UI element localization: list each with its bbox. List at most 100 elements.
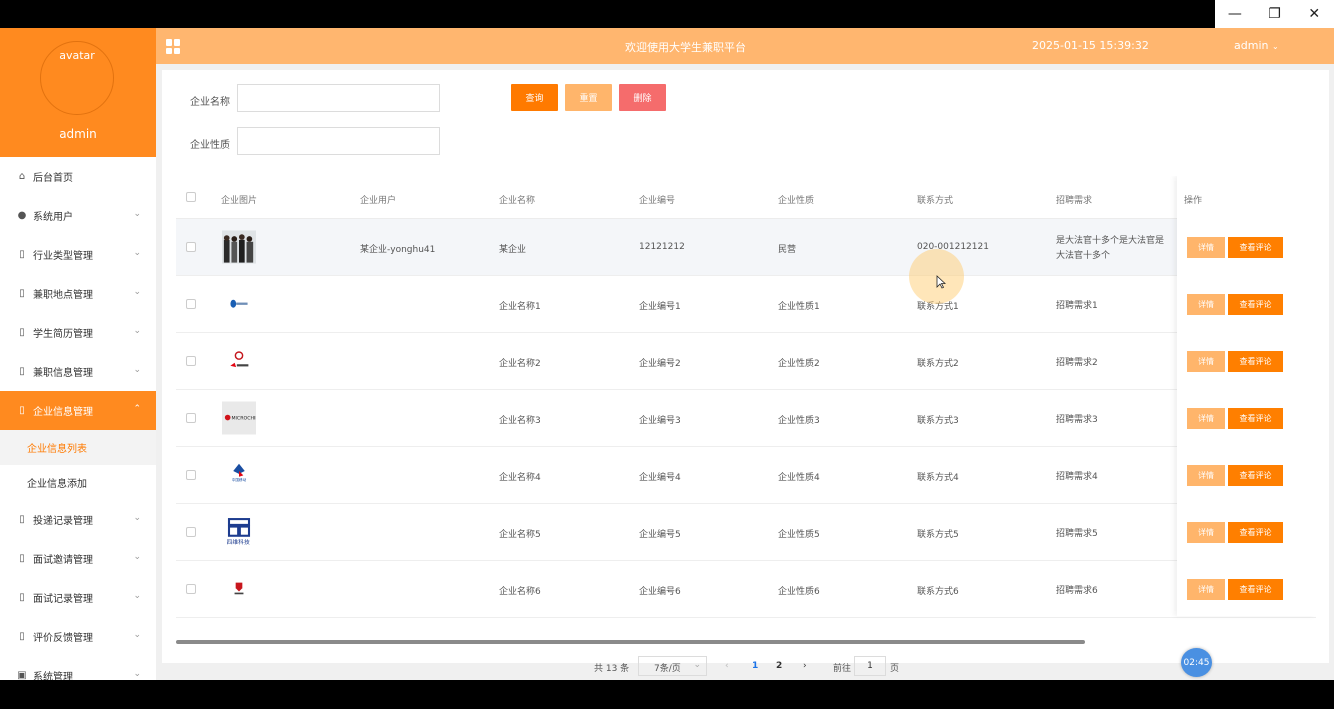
table-row[interactable]: 企业名称6 企业编号6 企业性质6 联系方式6 招聘需求6 xyxy=(176,561,1316,618)
sidebar-item-4[interactable]: ▯ 学生简历管理 ⌄ xyxy=(0,313,156,352)
table-header: 企业图片 企业用户 企业名称 企业编号 企业性质 联系方式 招聘需求 xyxy=(176,176,1316,219)
row-checkbox[interactable] xyxy=(186,242,196,252)
avatar[interactable]: avatar xyxy=(40,41,114,115)
sidebar-item-5[interactable]: ▯ 兼职信息管理 ⌄ xyxy=(0,352,156,391)
minimize-button[interactable]: — xyxy=(1215,0,1255,28)
sidebar-item-label: 投递记录管理 xyxy=(33,516,93,527)
header-image: 企业图片 xyxy=(221,196,258,206)
cell-demand-line: 招聘需求5 xyxy=(1056,529,1098,539)
detail-button[interactable]: 详情 xyxy=(1187,237,1225,258)
search-button[interactable]: 查询 xyxy=(511,84,558,111)
header-contact: 联系方式 xyxy=(917,196,954,206)
view-comments-button[interactable]: 查看评论 xyxy=(1228,408,1283,429)
operations-column: 操作 详情 查看评论 详情 查看评论 详情 查看评论 详情 查看评论 详情 查看评论 详情 查看评论详… xyxy=(1177,176,1316,616)
recording-timer[interactable]: 02:45 xyxy=(1181,648,1212,677)
goto-page-input[interactable]: 1 xyxy=(854,656,886,676)
detail-button[interactable]: 详情 xyxy=(1187,522,1225,543)
company-name-label: 企业名称 xyxy=(190,97,230,108)
page-2[interactable]: 2 xyxy=(776,661,782,671)
chevron-down-icon: ⌄ xyxy=(1271,42,1279,51)
cell-name: 企业名称3 xyxy=(499,416,541,426)
company-name-input[interactable] xyxy=(237,84,440,112)
detail-button[interactable]: 详情 xyxy=(1187,408,1225,429)
home-icon: ⌂ xyxy=(18,171,26,182)
sidebar-subitem-0[interactable]: 企业信息列表 xyxy=(0,430,156,465)
table-row[interactable]: 中国移动 企业名称4 企业编号4 企业性质4 联系方式4 招聘需求4 xyxy=(176,447,1316,504)
cell-contact: 联系方式4 xyxy=(917,473,959,483)
sidebar-item-label: 企业信息管理 xyxy=(33,407,93,418)
cell-nature: 企业性质3 xyxy=(778,416,820,426)
sidebar-header: avatar admin xyxy=(0,28,156,157)
doc-icon: ▯ xyxy=(19,366,25,377)
chevron-up-icon: ⌃ xyxy=(133,404,141,414)
table-row[interactable]: 企业名称2 企业编号2 企业性质2 联系方式2 招聘需求2 xyxy=(176,333,1316,390)
sidebar-item-3[interactable]: ▯ 兼职地点管理 ⌄ xyxy=(0,274,156,313)
cell-code: 企业编号2 xyxy=(639,359,681,369)
row-checkbox[interactable] xyxy=(186,299,196,309)
cell-code: 企业编号5 xyxy=(639,530,681,540)
sidebar-item-7[interactable]: ▯ 投递记录管理 ⌄ xyxy=(0,500,156,539)
detail-button[interactable]: 详情 xyxy=(1187,294,1225,315)
doc-icon: ▯ xyxy=(19,288,25,299)
reset-button[interactable]: 重置 xyxy=(565,84,612,111)
detail-button[interactable]: 详情 xyxy=(1187,465,1225,486)
user-menu-label: admin xyxy=(1234,39,1269,52)
view-comments-button[interactable]: 查看评论 xyxy=(1228,237,1283,258)
delete-button[interactable]: 删除 xyxy=(619,84,666,111)
horizontal-scrollbar[interactable] xyxy=(176,640,1085,644)
table-row[interactable]: 企业名称1 企业编号1 企业性质1 联系方式1 招聘需求1 xyxy=(176,276,1316,333)
doc-icon: ▯ xyxy=(19,553,25,564)
sidebar-item-11[interactable]: ▣ 系统管理 ⌄ xyxy=(0,656,156,680)
detail-button[interactable]: 详情 xyxy=(1187,579,1225,600)
sidebar-item-label: 后台首页 xyxy=(33,173,73,184)
view-comments-button[interactable]: 查看评论 xyxy=(1228,465,1283,486)
row-checkbox[interactable] xyxy=(186,527,196,537)
table-row[interactable]: MICROCHIP 企业名称3 企业编号3 企业性质3 联系方式3 招聘需求3 xyxy=(176,390,1316,447)
sidebar-item-10[interactable]: ▯ 评价反馈管理 ⌄ xyxy=(0,617,156,656)
cell-demand: 招聘需求3 xyxy=(1056,413,1098,428)
page-size-select[interactable]: 7条/页 ⌄ xyxy=(638,656,707,676)
chevron-down-icon: ⌄ xyxy=(133,365,141,375)
detail-button[interactable]: 详情 xyxy=(1187,351,1225,372)
page-1[interactable]: 1 xyxy=(752,661,758,671)
cell-demand: 招聘需求5 xyxy=(1056,527,1098,542)
row-checkbox[interactable] xyxy=(186,356,196,366)
row-checkbox[interactable] xyxy=(186,470,196,480)
next-page-button[interactable]: › xyxy=(803,661,807,671)
view-comments-button[interactable]: 查看评论 xyxy=(1228,522,1283,543)
sidebar-subitem-1[interactable]: 企业信息添加 xyxy=(0,465,156,500)
chevron-down-icon: ⌄ xyxy=(133,209,141,219)
sidebar-item-label: 行业类型管理 xyxy=(33,251,93,262)
cell-user: 某企业-yonghu41 xyxy=(360,245,436,255)
chevron-down-icon: ⌄ xyxy=(133,513,141,523)
select-all-checkbox[interactable] xyxy=(186,192,196,202)
table-row[interactable]: 某企业-yonghu41 某企业 12121212 民营 020-001212121 是大… xyxy=(176,219,1316,276)
cell-nature: 企业性质2 xyxy=(778,359,820,369)
row-checkbox[interactable] xyxy=(186,413,196,423)
doc-icon: ▯ xyxy=(19,405,25,416)
sidebar-item-2[interactable]: ▯ 行业类型管理 ⌄ xyxy=(0,235,156,274)
company-logo-logo-6 xyxy=(221,571,257,606)
view-comments-button[interactable]: 查看评论 xyxy=(1228,579,1283,600)
user-menu[interactable]: admin ⌄ xyxy=(1234,39,1279,52)
row-checkbox[interactable] xyxy=(186,584,196,594)
sidebar-item-label: 兼职信息管理 xyxy=(33,368,93,379)
prev-page-button[interactable]: ‹ xyxy=(725,661,729,671)
cell-demand-line: 招聘需求2 xyxy=(1056,358,1098,368)
view-comments-button[interactable]: 查看评论 xyxy=(1228,351,1283,372)
company-nature-input[interactable] xyxy=(237,127,440,155)
cell-demand-line: 招聘需求3 xyxy=(1056,415,1098,425)
sidebar-item-6[interactable]: ▯ 企业信息管理 ⌃ xyxy=(0,391,156,430)
sidebar-item-1[interactable]: ● 系统用户 ⌄ xyxy=(0,196,156,235)
sidebar-item-9[interactable]: ▯ 面试记录管理 ⌄ xyxy=(0,578,156,617)
table-row[interactable]: 四维科技 企业名称5 企业编号5 企业性质5 联系方式5 招聘需求5 xyxy=(176,504,1316,561)
sidebar-item-0[interactable]: ⌂ 后台首页 xyxy=(0,157,156,196)
header-user: 企业用户 xyxy=(360,196,397,206)
restore-button[interactable]: ❐ xyxy=(1255,0,1295,28)
cell-code: 企业编号1 xyxy=(639,302,681,312)
cell-name: 企业名称6 xyxy=(499,587,541,597)
sidebar-item-8[interactable]: ▯ 面试邀请管理 ⌄ xyxy=(0,539,156,578)
menu-grid-icon[interactable] xyxy=(166,39,181,54)
close-button[interactable]: ✕ xyxy=(1294,0,1334,28)
view-comments-button[interactable]: 查看评论 xyxy=(1228,294,1283,315)
